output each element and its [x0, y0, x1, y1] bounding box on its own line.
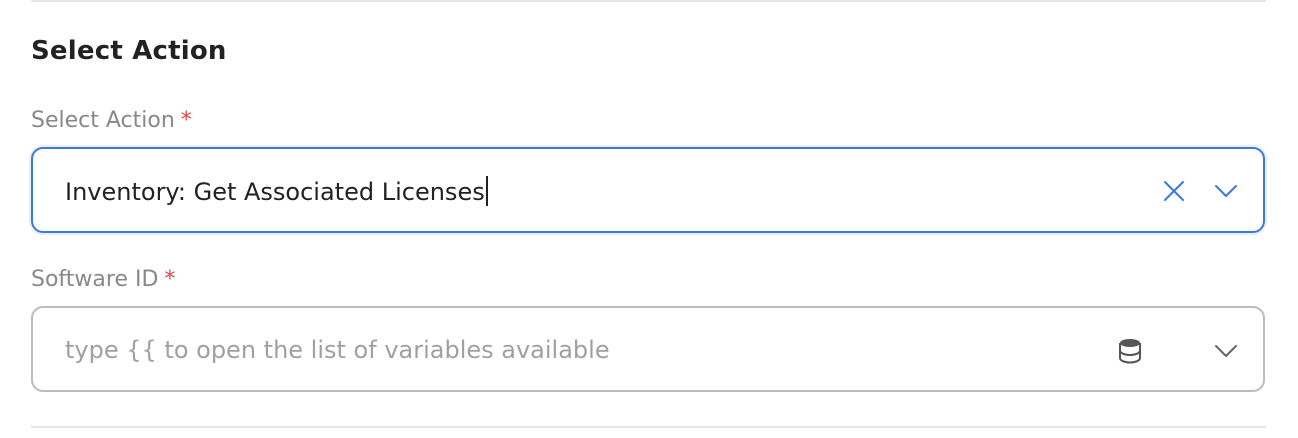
bottom-divider — [31, 426, 1266, 428]
software-id-label: Software ID * — [31, 267, 175, 292]
close-icon[interactable] — [1159, 176, 1189, 206]
software-id-placeholder[interactable]: type {{ to open the list of variables av… — [65, 336, 610, 364]
chevron-down-icon[interactable] — [1211, 336, 1241, 366]
top-divider — [31, 0, 1266, 2]
software-id-field[interactable]: type {{ to open the list of variables av… — [31, 306, 1265, 392]
chevron-down-icon[interactable] — [1211, 176, 1241, 206]
select-action-dropdown[interactable]: Inventory: Get Associated Licenses — [31, 147, 1265, 233]
select-action-label: Select Action * — [31, 108, 192, 133]
select-action-value[interactable]: Inventory: Get Associated Licenses — [65, 176, 488, 206]
action-config-panel: Select Action Select Action * Inventory: … — [0, 0, 1298, 438]
required-asterisk: * — [164, 267, 176, 292]
select-action-label-text: Select Action — [31, 108, 175, 133]
section-title: Select Action — [31, 36, 227, 66]
select-action-value-text: Inventory: Get Associated Licenses — [65, 178, 485, 206]
text-caret — [485, 176, 488, 206]
database-icon[interactable] — [1115, 336, 1145, 366]
required-asterisk: * — [180, 108, 192, 133]
software-id-label-text: Software ID — [31, 267, 159, 292]
